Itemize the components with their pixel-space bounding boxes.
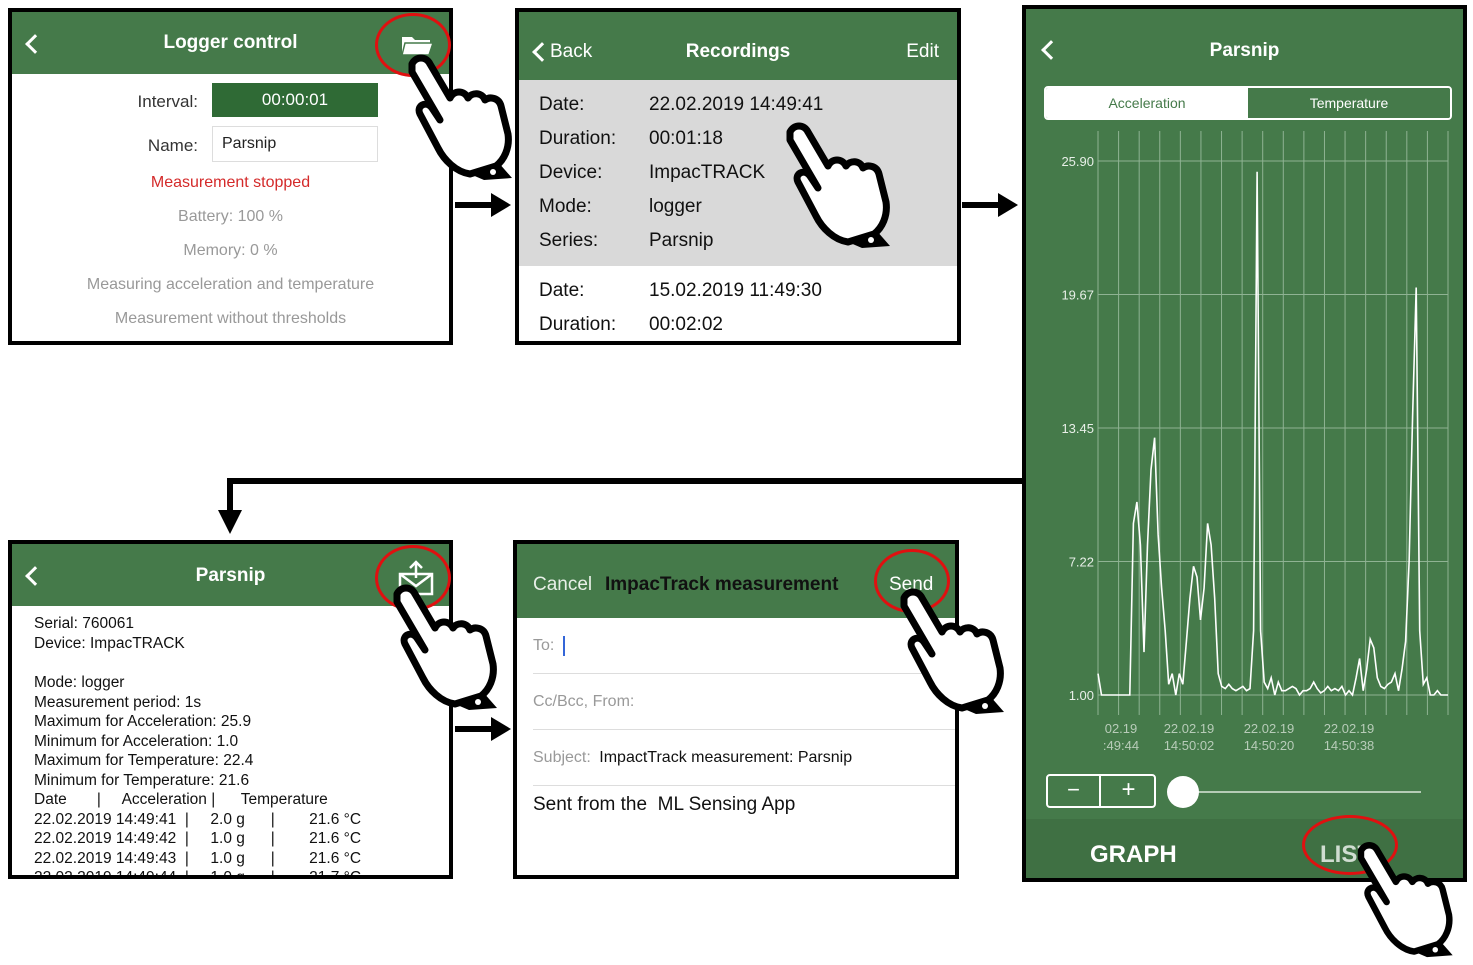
zoom-in-button[interactable]: +	[1103, 776, 1154, 806]
name-input[interactable]: Parsnip	[212, 126, 378, 162]
pointing-hand-icon	[892, 584, 1012, 714]
x-tick-label: 22.02.19	[1244, 721, 1295, 736]
pointing-hand-icon	[385, 580, 505, 710]
memory-text: Memory: 0 %	[183, 242, 278, 259]
list-line: Device: ImpacTRACK	[34, 635, 185, 652]
cancel-button[interactable]: Cancel	[533, 574, 592, 596]
list-line: 22.02.2019 14:49:44 | 1.0 g | 21.7 °C	[34, 869, 362, 879]
list-line: Minimum for Acceleration: 1.0	[34, 733, 239, 750]
edit-button[interactable]: Edit	[906, 41, 939, 63]
mode-value: logger	[649, 196, 702, 217]
y-tick-label: 19.67	[1061, 288, 1094, 303]
y-tick-label: 1.00	[1069, 688, 1094, 703]
date-value: 22.02.2019 14:49:41	[649, 94, 824, 115]
x-tick-label: 14:50:20	[1244, 738, 1295, 753]
tab-acceleration[interactable]: Acceleration	[1046, 88, 1248, 118]
x-tick-label: 22.02.19	[1164, 721, 1215, 736]
to-label: To:	[533, 637, 555, 654]
pointing-hand-icon	[778, 118, 898, 248]
text-cursor	[562, 635, 565, 656]
battery-text: Battery: 100 %	[178, 208, 283, 225]
status-text: Measurement stopped	[150, 174, 311, 191]
arrow-down-icon	[218, 478, 1024, 534]
subject-value: ImpactTrack measurement: Parsnip	[599, 749, 853, 766]
list-line: Minimum for Temperature: 21.6	[34, 772, 250, 789]
scroll-slider-thumb[interactable]	[1167, 776, 1199, 808]
x-tick-label: 14:50:38	[1324, 738, 1375, 753]
device-label: Device:	[539, 162, 603, 183]
arrow-right-icon	[455, 717, 511, 741]
x-tick-label: :49:44	[1103, 738, 1139, 753]
x-tick-label: 22.02.19	[1324, 721, 1375, 736]
list-line: 22.02.2019 14:49:43 | 1.0 g | 21.6 °C	[34, 850, 362, 867]
recordings-header: Back Recordings Edit	[519, 12, 957, 80]
duration-value: 00:02:02	[649, 314, 723, 335]
pointing-hand-icon	[1350, 835, 1460, 960]
interval-field[interactable]: 00:00:01	[212, 83, 378, 117]
graph-header: Parsnip	[1026, 9, 1463, 81]
duration-value: 00:01:18	[649, 128, 723, 149]
list-line: 22.02.2019 14:49:41 | 2.0 g | 21.6 °C	[34, 811, 362, 828]
threshold-text: Measurement without thresholds	[114, 310, 347, 327]
date-label: Date:	[539, 94, 585, 115]
list-line: Maximum for Acceleration: 25.9	[34, 713, 252, 730]
mail-title: ImpacTrack measurement	[605, 574, 839, 595]
subject-label: Subject:	[533, 749, 591, 766]
sensor-tabs: Acceleration Temperature	[1044, 86, 1452, 120]
name-label: Name:	[147, 136, 198, 155]
scroll-slider-track[interactable]	[1176, 791, 1421, 793]
list-line: Date | Acceleration | Temperature	[34, 791, 328, 808]
list-line: Measurement period: 1s	[34, 694, 202, 711]
interval-label: Interval:	[137, 92, 198, 111]
list-line: Serial: 760061	[34, 615, 134, 632]
arrow-right-icon	[962, 193, 1018, 217]
tab-graph[interactable]: GRAPH	[1090, 841, 1177, 869]
recordings-title: Recordings	[685, 41, 791, 62]
acceleration-series-line	[1097, 171, 1448, 697]
series-label: Series:	[539, 230, 599, 251]
mode-label: Mode:	[539, 196, 592, 217]
acceleration-chart[interactable]: 25.90 19.67 13.45 7.22 1.00 02.19 :49:44 22.02.…	[1026, 121, 1463, 761]
zoom-out-button[interactable]: −	[1048, 776, 1101, 806]
y-tick-label: 7.22	[1069, 555, 1094, 570]
list-line: Mode: logger	[34, 674, 125, 691]
date-value: 15.02.2019 11:49:30	[649, 280, 822, 301]
subject-field[interactable]: Subject: ImpactTrack measurement: Parsni…	[533, 730, 955, 786]
y-tick-label: 25.90	[1061, 154, 1094, 169]
y-tick-label: 13.45	[1061, 421, 1094, 436]
x-tick-label: 02.19	[1105, 721, 1138, 736]
zoom-control: − +	[1046, 774, 1156, 808]
recording-item[interactable]: Date: 15.02.2019 11:49:30 Duration: 00:02:…	[519, 266, 957, 341]
list-line: 22.02.2019 14:49:42 | 1.0 g | 21.6 °C	[34, 830, 362, 847]
duration-label: Duration:	[539, 314, 617, 335]
date-label: Date:	[539, 280, 585, 301]
arrow-right-icon	[455, 193, 511, 217]
graph-screen: Parsnip Acceleration Temperature 25.90 19…	[1022, 5, 1467, 882]
duration-label: Duration:	[539, 128, 617, 149]
pointing-hand-icon	[400, 50, 520, 180]
mail-body[interactable]: Sent from the ML Sensing App	[533, 794, 795, 816]
series-value: Parsnip	[649, 230, 714, 251]
device-value: ImpacTRACK	[649, 162, 766, 183]
x-tick-label: 14:50:02	[1164, 738, 1215, 753]
measuring-text: Measuring acceleration and temperature	[86, 276, 375, 293]
tab-temperature[interactable]: Temperature	[1248, 88, 1450, 118]
list-line: Maximum for Temperature: 22.4	[34, 752, 254, 769]
graph-title: Parsnip	[1209, 40, 1280, 61]
ccbcc-label: Cc/Bcc, From:	[533, 693, 635, 710]
